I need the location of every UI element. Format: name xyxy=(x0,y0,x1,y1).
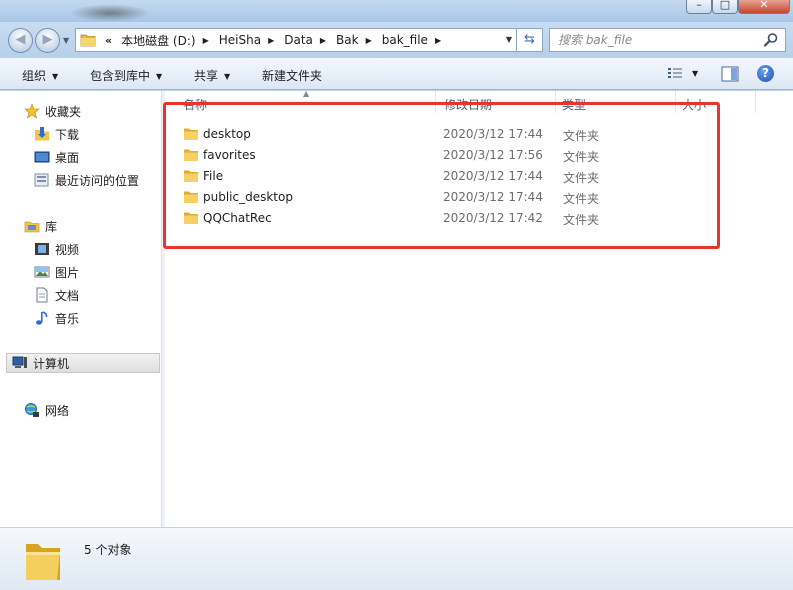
chevron-right-icon[interactable]: ▶ xyxy=(362,36,379,45)
sort-ascending-icon: ▲ xyxy=(303,89,310,98)
folder-icon xyxy=(184,212,198,224)
nav-downloads[interactable]: 下载 xyxy=(34,124,79,144)
search-input[interactable] xyxy=(550,29,750,51)
recent-places-icon xyxy=(34,173,49,187)
chevron-right-icon[interactable]: ▶ xyxy=(431,36,448,45)
star-icon xyxy=(24,103,40,119)
maximize-button[interactable]: □ xyxy=(712,0,738,14)
computer-icon xyxy=(12,356,27,368)
details-pane: 5 个对象 xyxy=(0,527,793,590)
help-button[interactable]: ? xyxy=(757,65,774,82)
nav-computer[interactable]: 计算机 xyxy=(6,353,160,373)
nav-libraries[interactable]: 库 xyxy=(24,216,57,236)
folder-icon xyxy=(80,34,96,47)
nav-recent-places[interactable]: 最近访问的位置 xyxy=(34,170,139,190)
chevron-down-icon: ▼ xyxy=(52,72,59,81)
picture-icon xyxy=(34,266,50,278)
close-button[interactable]: ✕ xyxy=(738,0,790,14)
breadcrumb-bak-file[interactable]: bak_file xyxy=(379,33,431,47)
chevron-down-icon: ▼ xyxy=(156,72,163,81)
refresh-icon: ⇆ xyxy=(524,32,535,47)
folder-icon xyxy=(184,128,198,140)
nav-desktop[interactable]: 桌面 xyxy=(34,147,79,167)
recent-pages-dropdown[interactable]: ▼ xyxy=(63,36,69,45)
refresh-button[interactable]: ⇆ xyxy=(517,28,543,52)
folder-icon xyxy=(184,149,198,161)
folder-icon xyxy=(184,191,198,203)
nav-documents[interactable]: 文档 xyxy=(34,285,79,305)
title-bar: – □ ✕ xyxy=(0,0,793,22)
table-row[interactable]: QQChatRec 2020/3/12 17:42 文件夹 xyxy=(165,208,793,229)
column-header-date[interactable]: 修改日期 xyxy=(436,91,556,113)
nav-favorites[interactable]: 收藏夹 xyxy=(24,101,81,121)
window-title-blur xyxy=(70,4,150,22)
organize-button[interactable]: 组织 ▼ xyxy=(22,67,58,84)
search-icon[interactable] xyxy=(763,32,779,48)
arrow-left-icon: ◀ xyxy=(15,32,26,47)
back-button[interactable]: ◀ xyxy=(8,28,33,53)
nav-music[interactable]: 音乐 xyxy=(34,308,79,328)
forward-button[interactable]: ▶ xyxy=(35,28,60,53)
music-icon xyxy=(36,311,48,325)
new-folder-button[interactable]: 新建文件夹 xyxy=(262,67,322,84)
chevron-right-icon[interactable]: ▶ xyxy=(199,36,216,45)
document-icon xyxy=(36,287,48,303)
column-header-name[interactable]: ▲ 名称 xyxy=(165,89,436,113)
address-dropdown[interactable]: ▼ xyxy=(506,35,512,44)
include-in-library-button[interactable]: 包含到库中 ▼ xyxy=(90,67,162,84)
download-folder-icon xyxy=(35,127,49,141)
folder-icon xyxy=(184,170,198,182)
file-list: ▲ 名称 修改日期 类型 大小 desktop 2020/3/12 17:44 … xyxy=(165,89,793,527)
table-row[interactable]: public_desktop 2020/3/12 17:44 文件夹 xyxy=(165,187,793,208)
address-bar[interactable]: « 本地磁盘 (D:) ▶ HeiSha ▶ Data ▶ Bak ▶ bak_… xyxy=(75,28,517,52)
video-icon xyxy=(35,243,49,255)
nav-network[interactable]: 网络 xyxy=(24,400,69,420)
breadcrumb: « 本地磁盘 (D:) ▶ HeiSha ▶ Data ▶ Bak ▶ bak_… xyxy=(102,29,448,51)
chevron-right-icon[interactable]: ▶ xyxy=(316,36,333,45)
command-bar: 组织 ▼ 包含到库中 ▼ 共享 ▼ 新建文件夹 ▼ ? xyxy=(0,58,793,90)
arrow-right-icon: ▶ xyxy=(42,32,53,47)
breadcrumb-drive[interactable]: 本地磁盘 (D:) xyxy=(118,32,198,49)
breadcrumb-bak[interactable]: Bak xyxy=(333,33,362,47)
chevron-down-icon: ▼ xyxy=(224,72,231,81)
column-header-size[interactable]: 大小 xyxy=(676,91,756,113)
view-options-icon[interactable] xyxy=(667,67,683,81)
network-icon xyxy=(25,403,39,417)
breadcrumb-overflow[interactable]: « xyxy=(102,34,118,47)
minimize-button[interactable]: – xyxy=(686,0,712,14)
breadcrumb-heisha[interactable]: HeiSha xyxy=(216,33,264,47)
item-count: 5 个对象 xyxy=(84,543,132,557)
table-row[interactable]: File 2020/3/12 17:44 文件夹 xyxy=(165,166,793,187)
address-row: ◀ ▶ ▼ « 本地磁盘 (D:) ▶ HeiSha ▶ Data ▶ Bak … xyxy=(0,22,793,58)
navigation-pane: 收藏夹 下载 桌面 最近访问的位置 库 视频 图片 文档 音乐 计算机 网络 xyxy=(0,91,162,527)
breadcrumb-data[interactable]: Data xyxy=(281,33,316,47)
table-row[interactable]: desktop 2020/3/12 17:44 文件夹 xyxy=(165,124,793,145)
folder-icon xyxy=(26,544,60,580)
desktop-icon xyxy=(34,151,50,163)
chevron-right-icon[interactable]: ▶ xyxy=(264,36,281,45)
column-header-type[interactable]: 类型 xyxy=(556,91,676,113)
search-box[interactable] xyxy=(549,28,786,52)
library-icon xyxy=(24,221,40,233)
table-row[interactable]: favorites 2020/3/12 17:56 文件夹 xyxy=(165,145,793,166)
nav-pictures[interactable]: 图片 xyxy=(34,262,79,282)
preview-pane-icon[interactable] xyxy=(721,66,739,82)
view-dropdown[interactable]: ▼ xyxy=(692,69,698,78)
nav-videos[interactable]: 视频 xyxy=(34,239,79,259)
share-button[interactable]: 共享 ▼ xyxy=(194,67,230,84)
